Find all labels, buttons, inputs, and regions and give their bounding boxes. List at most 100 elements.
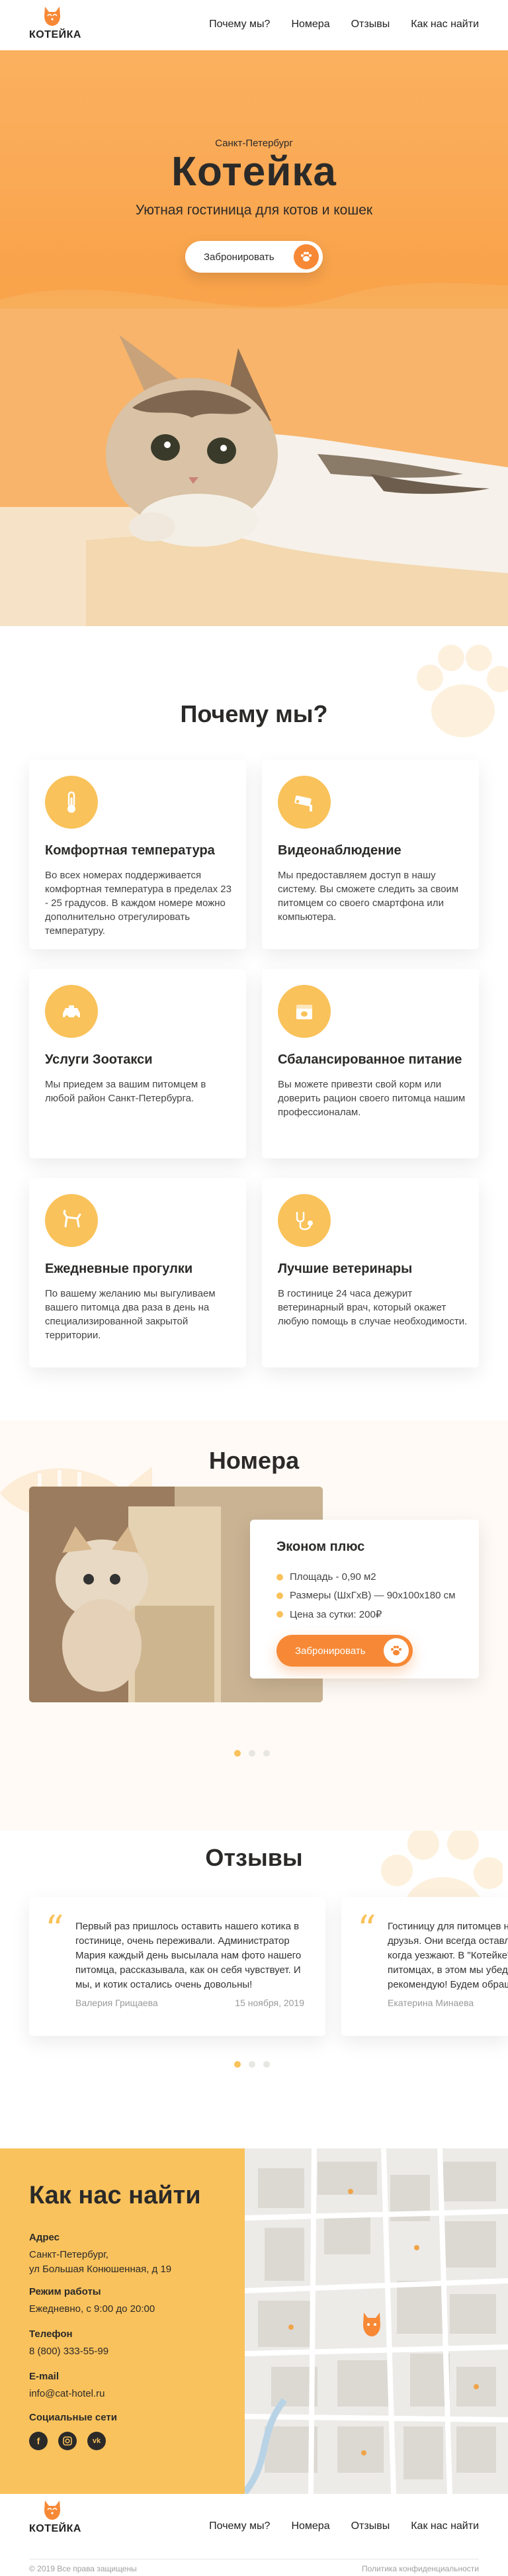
map-tiles	[245, 2148, 508, 2494]
room-card: Эконом плюс Площадь - 0,90 м2 Размеры (Ш…	[250, 1520, 479, 1679]
room-feature: Площадь - 0,90 м2	[276, 1571, 376, 1583]
feature-text: Мы приедем за вашим питомцем в любой рай…	[45, 1079, 206, 1104]
review-author: Валерия Грищаева	[75, 1998, 158, 2008]
slider-dot[interactable]	[234, 1750, 241, 1757]
address-label: Адрес	[29, 2232, 60, 2243]
hero-title: Котейка	[171, 149, 337, 195]
room-feature: Размеры (ШхГхВ) — 90х100х180 см	[276, 1590, 455, 1601]
footer-nav-why[interactable]: Почему мы?	[209, 2520, 270, 2532]
instagram-icon[interactable]	[58, 2432, 77, 2450]
paw-watermark-icon	[417, 645, 508, 737]
phone-value[interactable]: 8 (800) 333-55-99	[29, 2344, 108, 2359]
nav-item-contacts[interactable]: Как нас найти	[411, 19, 479, 30]
feature-title: Видеонаблюдение	[278, 843, 402, 858]
feature-text: Во всех номерах поддерживается комфортна…	[45, 870, 232, 937]
thermometer-icon	[45, 776, 98, 829]
reviews-title: Отзывы	[205, 1844, 303, 1871]
main-nav: Почему мы? Номера Отзывы Как нас найти	[209, 19, 479, 30]
email-value[interactable]: info@cat-hotel.ru	[29, 2387, 105, 2401]
hero-book-label: Забронировать	[204, 251, 275, 263]
bullet-icon	[276, 1592, 283, 1599]
paw-icon	[384, 1638, 409, 1663]
hero-city: Санкт-Петербург	[215, 138, 293, 149]
feature-title: Лучшие ветеринары	[278, 1262, 413, 1276]
footer-nav-reviews[interactable]: Отзывы	[351, 2520, 390, 2532]
vet-icon	[278, 1194, 331, 1247]
hero-book-button[interactable]: Забронировать	[185, 241, 323, 273]
email-label: E-mail	[29, 2371, 60, 2382]
slider-dot[interactable]	[234, 2061, 241, 2068]
room-name: Эконом плюс	[276, 1540, 365, 1554]
cat-logo-icon	[44, 7, 60, 26]
feature-card: Видеонаблюдение Мы предоставляем доступ …	[262, 760, 479, 949]
social-label: Социальные сети	[29, 2412, 117, 2423]
why-section: Почему мы? Комфортная температура Во все…	[0, 626, 508, 1420]
hero-tagline: Уютная гостиница для котов и кошек	[135, 203, 373, 218]
food-icon	[278, 985, 331, 1038]
reviews-slider-dots	[234, 2061, 270, 2068]
rooms-title: Номера	[208, 1447, 300, 1474]
map[interactable]	[245, 2148, 508, 2494]
hours-label: Режим работы	[29, 2286, 101, 2297]
review-text: Первый раз пришлось оставить нашего коти…	[75, 1921, 302, 1990]
footer-nav-contacts[interactable]: Как нас найти	[411, 2520, 479, 2532]
logo[interactable]: КОТЕЙКА	[29, 5, 81, 45]
feature-card: Комфортная температура Во всех номерах п…	[29, 760, 246, 949]
cat-logo-icon	[44, 2501, 60, 2520]
footer-logo[interactable]: КОТЕЙКА	[29, 2499, 81, 2539]
room-book-label: Забронировать	[295, 1645, 366, 1657]
camera-icon	[278, 776, 331, 829]
privacy-policy-link[interactable]: Политика конфиденциальности	[362, 2564, 479, 2573]
feature-text: Мы предоставляем доступ в нашу систему. …	[278, 870, 459, 923]
facebook-icon[interactable]: f	[29, 2432, 48, 2450]
logo-text: КОТЕЙКА	[29, 29, 81, 40]
nav-item-rooms[interactable]: Номера	[291, 19, 329, 30]
paw-icon	[294, 244, 319, 269]
feature-card: Услуги Зоотакси Мы приедем за вашим пито…	[29, 969, 246, 1158]
hours-value: Ежедневно, с 9:00 до 20:00	[29, 2303, 155, 2315]
bullet-icon	[276, 1573, 283, 1581]
feature-title: Ежедневные прогулки	[45, 1262, 193, 1276]
slider-dot[interactable]	[263, 1750, 270, 1757]
review-card: “ Гостиницу для питомцев нам посоветовал…	[341, 1897, 508, 2036]
site-header: КОТЕЙКА Почему мы? Номера Отзывы Как нас…	[0, 0, 508, 50]
rooms-slider-dots	[234, 1750, 270, 1757]
feature-card: Лучшие ветеринары В гостинице 24 часа де…	[262, 1178, 479, 1367]
feature-title: Услуги Зоотакси	[45, 1052, 153, 1067]
review-card: “ Первый раз пришлось оставить нашего ко…	[29, 1897, 325, 2036]
address-line1: Санкт-Петербург,	[29, 2249, 108, 2260]
footer-nav-rooms[interactable]: Номера	[291, 2520, 329, 2532]
feature-text: По вашему желанию мы выгуливаем вашего п…	[45, 1288, 216, 1341]
rooms-section: Номера Эконом плюс Площадь - 0,90 м2 Раз…	[0, 1420, 508, 1831]
feature-text: Вы можете привезти свой корм или доверит…	[278, 1079, 466, 1118]
walking-cat-icon	[45, 1194, 98, 1247]
quote-icon: “	[45, 1908, 64, 1951]
reviews-section: Отзывы “ Первый раз пришлось оставить на…	[0, 1831, 508, 2148]
contacts-section: Как нас найти Адрес Санкт-Петербург, ул …	[0, 2148, 508, 2494]
review-text: Гостиницу для питомцев нам посоветовали …	[388, 1921, 508, 1990]
kitten-photo	[0, 308, 508, 626]
footer-nav: Почему мы? Номера Отзывы Как нас найти	[209, 2520, 479, 2532]
hero-section: Санкт-Петербург Котейка Уютная гостиница…	[0, 50, 508, 626]
feature-title: Сбалансированное питание	[278, 1052, 462, 1067]
address-line2: ул Большая Конюшенная, д 19	[29, 2264, 172, 2275]
site-footer: КОТЕЙКА Почему мы? Номера Отзывы Как нас…	[0, 2494, 508, 2576]
feature-card: Ежедневные прогулки По вашему желанию мы…	[29, 1178, 246, 1367]
vk-icon[interactable]: vk	[87, 2432, 106, 2450]
feature-card: Сбалансированное питание Вы можете приве…	[262, 969, 479, 1158]
nav-item-why[interactable]: Почему мы?	[209, 19, 270, 30]
room-feature: Цена за сутки: 200₽	[276, 1608, 382, 1620]
social-links: f vk	[29, 2432, 106, 2450]
slider-dot[interactable]	[249, 2061, 255, 2068]
slider-dot[interactable]	[249, 1750, 255, 1757]
quote-icon: “	[357, 1908, 376, 1951]
review-date: 15 ноября, 2019	[235, 1998, 304, 2008]
nav-item-reviews[interactable]: Отзывы	[351, 19, 390, 30]
taxi-icon	[45, 985, 98, 1038]
logo-text: КОТЕЙКА	[29, 2523, 81, 2534]
why-title: Почему мы?	[180, 700, 328, 727]
room-book-button[interactable]: Забронировать	[276, 1635, 413, 1667]
feature-title: Комфортная температура	[45, 843, 215, 858]
slider-dot[interactable]	[263, 2061, 270, 2068]
feature-text: В гостинице 24 часа дежурит ветеринарный…	[278, 1288, 468, 1327]
